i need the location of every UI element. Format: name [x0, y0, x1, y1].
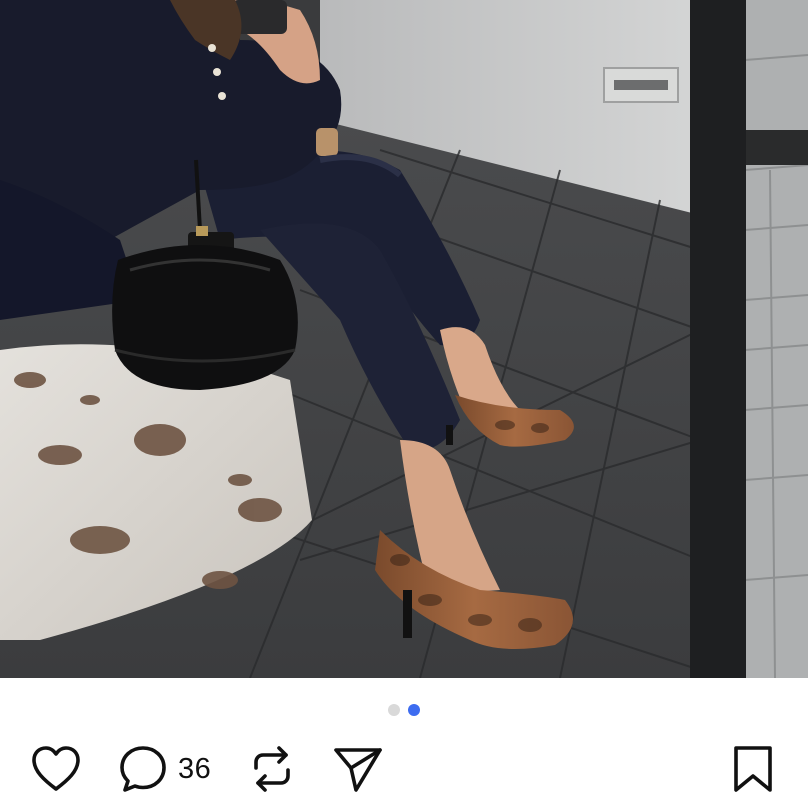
carousel-dot-2-active[interactable] — [408, 704, 420, 716]
bookmark-icon — [734, 746, 772, 792]
post-card: 36 — [0, 0, 808, 808]
comment-bubble-icon — [120, 746, 166, 792]
send-icon — [334, 748, 382, 792]
like-button[interactable] — [30, 740, 82, 798]
repost-icon — [254, 746, 290, 792]
comment-button[interactable]: 36 — [118, 740, 211, 798]
comment-count: 36 — [178, 752, 212, 785]
share-button[interactable] — [332, 740, 384, 798]
post-action-bar: 36 — [0, 740, 808, 798]
repost-button[interactable] — [248, 740, 296, 798]
save-button[interactable] — [730, 740, 776, 798]
heart-icon — [32, 746, 80, 791]
carousel-indicator — [0, 704, 808, 716]
post-photo[interactable] — [0, 0, 808, 678]
carousel-dot-1[interactable] — [388, 704, 400, 716]
